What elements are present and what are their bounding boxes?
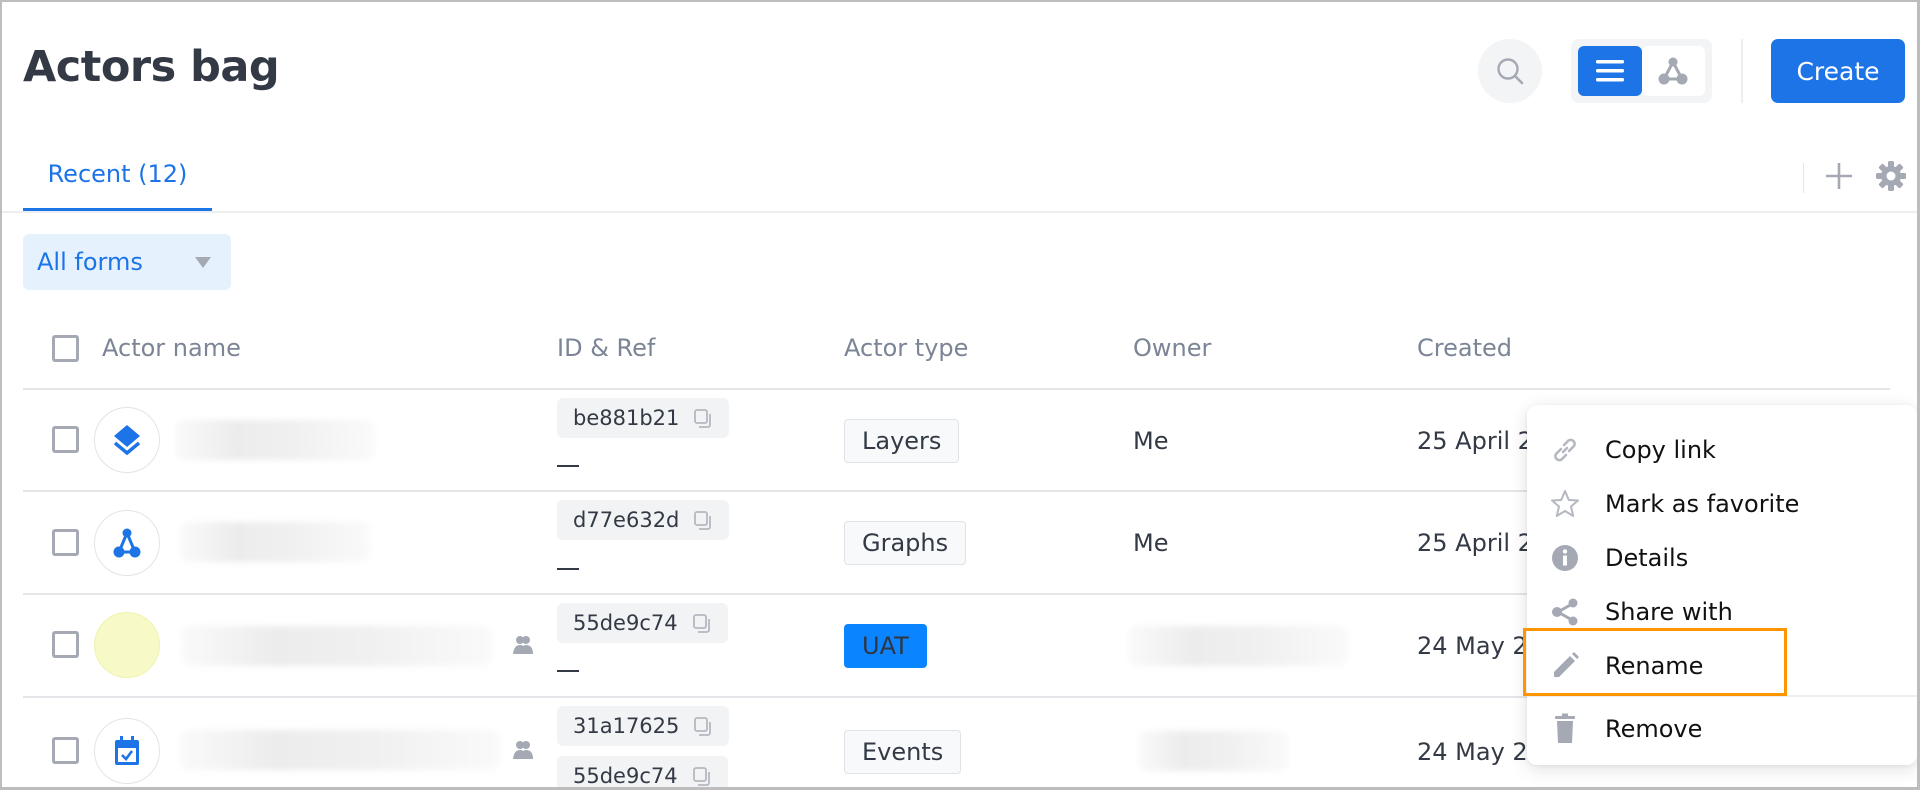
column-header-created[interactable]: Created [1417,334,1512,362]
copy-icon [692,614,710,633]
tab-recent-label: Recent (12) [47,160,188,188]
menu-item-rename[interactable]: Rename [1527,639,1917,693]
copy-icon [694,409,712,428]
graph-view-button[interactable] [1641,46,1705,96]
actor-avatar [94,718,160,784]
actor-id: d77e632d [573,508,680,532]
ref-empty-dash [557,465,579,467]
trash-icon [1555,713,1575,743]
actor-type-badge-uat: UAT [844,624,927,668]
star-icon [1551,490,1579,517]
actor-name-blurred[interactable] [180,730,500,770]
menu-item-label: Details [1605,544,1689,572]
created-date: 25 April 2 [1417,427,1533,455]
actor-avatar [94,407,160,473]
actor-avatar [94,510,160,576]
search-button[interactable] [1478,39,1542,103]
menu-divider [1527,695,1917,697]
link-icon [1554,438,1576,462]
layers-icon [113,425,141,456]
menu-item-label: Copy link [1605,436,1716,464]
table-header-border [23,388,1890,390]
actor-ref-id: 55de9c74 [573,764,678,788]
menu-item-label: Share with [1605,598,1733,626]
graph-icon [1658,57,1688,85]
form-filter-dropdown[interactable]: All forms [23,234,231,290]
id-chip[interactable]: 55de9c74 [557,603,728,643]
form-filter-value: All forms [37,248,143,276]
shared-users-icon [513,741,533,759]
select-all-checkbox[interactable] [52,335,79,362]
row-checkbox[interactable] [52,737,79,764]
id-chip[interactable]: be881b21 [557,398,730,438]
menu-item-share-with[interactable]: Share with [1527,585,1917,639]
owner-blurred [1128,626,1348,666]
ref-empty-dash [557,568,579,570]
actor-name-blurred[interactable] [175,420,375,460]
plus-icon [1826,163,1852,189]
create-button[interactable]: Create [1771,39,1905,103]
calendar-check-icon [115,736,139,765]
actor-id: be881b21 [573,406,680,430]
page-title: Actors bag [23,42,280,92]
menu-item-details[interactable]: Details [1527,531,1917,585]
actor-type-badge: Graphs [844,521,967,565]
menu-item-label: Remove [1605,715,1703,743]
actor-avatar-yellow [94,612,160,678]
tabs-actions-divider [1803,163,1804,193]
caret-down-icon [195,256,211,268]
menu-item-remove[interactable]: Remove [1527,702,1917,756]
tabs-bottom-border [2,211,1917,213]
list-view-button[interactable] [1578,46,1642,96]
search-icon [1497,58,1524,85]
row-checkbox[interactable] [52,631,79,658]
shared-users-icon [513,636,533,654]
actor-type-badge: Events [844,730,962,774]
id-chip[interactable]: d77e632d [557,500,730,540]
share-icon [1552,598,1578,626]
copy-icon [694,717,712,736]
owner-blurred [1138,731,1288,771]
ref-chip[interactable]: 55de9c74 [557,756,728,790]
settings-button[interactable] [1875,160,1907,192]
column-header-owner[interactable]: Owner [1133,334,1211,362]
column-header-id-ref[interactable]: ID & Ref [557,334,655,362]
actor-type-badge: Layers [844,419,960,463]
copy-icon [692,767,710,786]
created-date: 24 May 20 [1417,738,1543,766]
menu-item-mark-favorite[interactable]: Mark as favorite [1527,477,1917,531]
actor-name-blurred[interactable] [180,522,370,562]
created-date: 25 April 2 [1417,529,1533,557]
copy-icon [694,511,712,530]
list-icon [1595,60,1624,82]
owner: Me [1133,529,1169,557]
created-date: 24 May 20 [1417,632,1543,660]
gear-icon [1876,161,1906,191]
menu-item-label: Rename [1605,652,1704,680]
id-chip[interactable]: 31a17625 [557,706,730,746]
actor-name-blurred[interactable] [182,626,492,666]
header-divider [1741,39,1743,103]
info-icon [1552,545,1578,571]
add-tab-button[interactable] [1823,160,1855,192]
view-toggle [1571,39,1712,103]
actor-id: 55de9c74 [573,611,678,635]
menu-item-label: Mark as favorite [1605,490,1800,518]
row-checkbox[interactable] [52,529,79,556]
row-context-menu: Copy link Mark as favorite Details Share… [1527,405,1917,765]
actor-id: 31a17625 [573,714,680,738]
owner: Me [1133,427,1169,455]
tab-recent[interactable]: Recent (12) [23,160,212,213]
graph-icon [113,528,141,558]
pencil-icon [1554,652,1579,677]
menu-item-copy-link[interactable]: Copy link [1527,423,1917,477]
column-header-actor-type[interactable]: Actor type [844,334,968,362]
column-header-actor-name[interactable]: Actor name [102,334,241,362]
row-checkbox[interactable] [52,426,79,453]
ref-empty-dash [557,670,579,672]
